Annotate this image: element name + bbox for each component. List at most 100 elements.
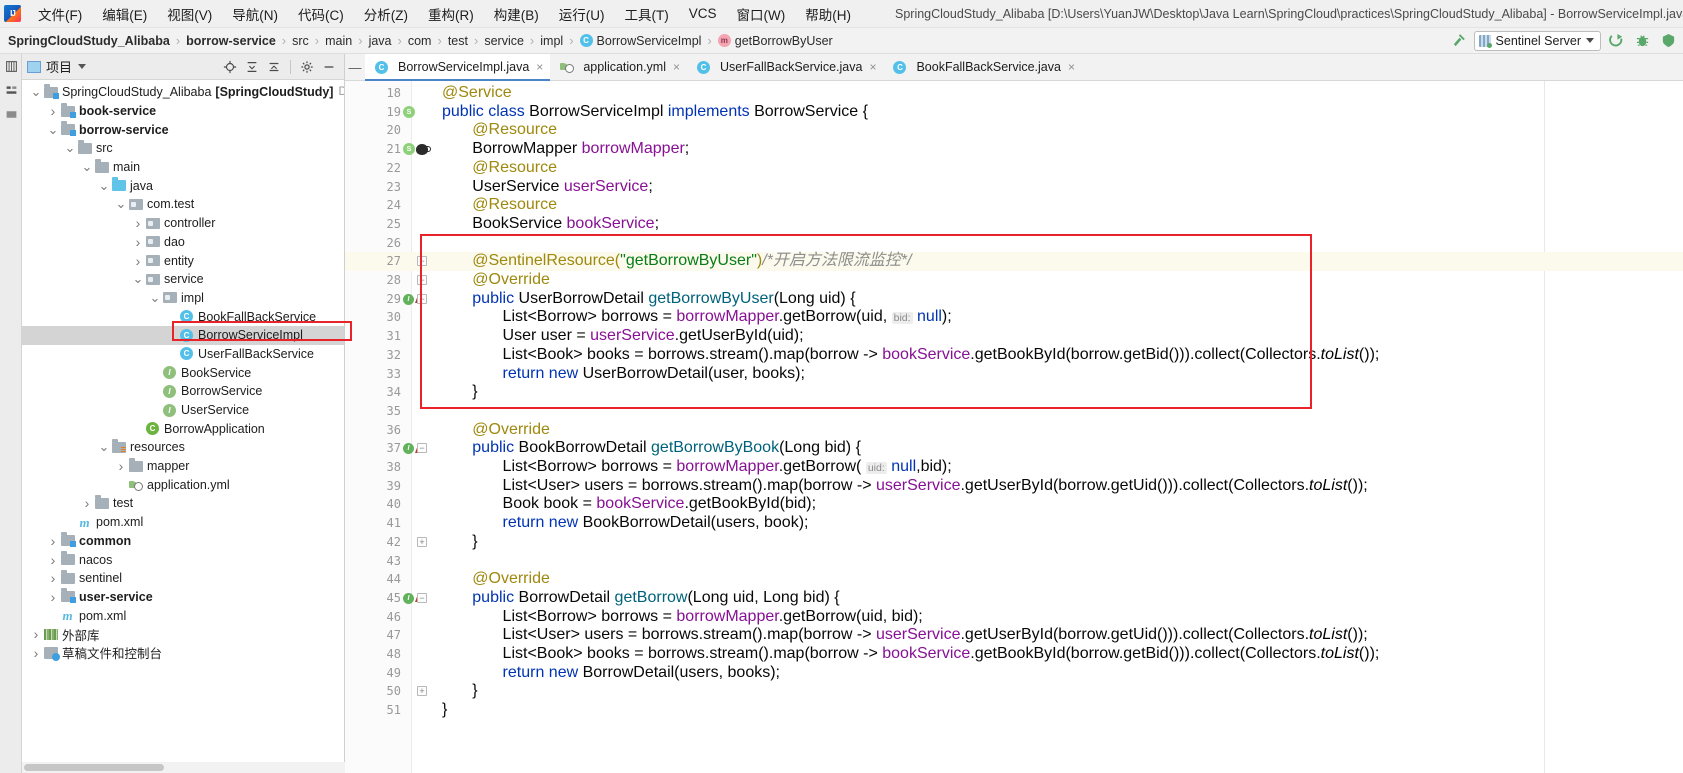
spring-bean-gutter-icon[interactable]: S <box>403 103 419 122</box>
tree-node-com-test[interactable]: ⌄ com.test <box>22 195 344 214</box>
menu-item-4[interactable]: 代码(C) <box>288 1 354 27</box>
coverage-icon[interactable] <box>1657 31 1679 51</box>
fold-collapse-icon[interactable]: − <box>417 256 427 267</box>
tree-node-application-yml[interactable]: application.yml <box>22 475 344 494</box>
tree-node-test[interactable]: › test <box>22 494 344 513</box>
fold-expand-icon[interactable]: + <box>417 536 427 547</box>
chevron-down-icon[interactable]: ⌄ <box>115 197 127 210</box>
fold-collapse-icon[interactable]: − <box>417 443 427 454</box>
collapse-all-icon[interactable] <box>264 57 284 77</box>
tree-node-borrowapplication[interactable]: C BorrowApplication <box>22 419 344 438</box>
tree-node-bookfallbackservice[interactable]: C BookFallBackService <box>22 307 344 326</box>
breadcrumb[interactable]: SpringCloudStudy_Alibaba › borrow-service ›… <box>5 33 1448 49</box>
project-tree-horizontal-scrollbar[interactable] <box>22 762 345 773</box>
tool-window-favorites-button[interactable] <box>0 102 22 126</box>
chevron-down-icon[interactable]: ⌄ <box>81 160 93 173</box>
breadcrumb-item-6[interactable]: test <box>445 33 471 49</box>
chevron-down-icon[interactable]: ⌄ <box>64 141 76 154</box>
editor-tab-userfallbackservice-java[interactable]: C UserFallBackService.java × <box>687 54 883 81</box>
tree-node-mapper[interactable]: › mapper <box>22 457 344 476</box>
chevron-right-icon[interactable]: › <box>132 215 144 231</box>
chevron-down-icon[interactable]: ⌄ <box>149 291 161 304</box>
tree-node-java[interactable]: ⌄ java <box>22 176 344 195</box>
build-hammer-icon[interactable] <box>1448 31 1470 51</box>
breadcrumb-item-7[interactable]: service <box>481 33 527 49</box>
tree-node-bookservice[interactable]: I BookService <box>22 363 344 382</box>
menu-item-7[interactable]: 构建(B) <box>484 1 549 27</box>
settings-gear-icon[interactable] <box>297 57 317 77</box>
tree-node-main[interactable]: ⌄ main <box>22 158 344 177</box>
tree-node-userservice[interactable]: I UserService <box>22 401 344 420</box>
menu-item-5[interactable]: 分析(Z) <box>354 1 418 27</box>
breadcrumb-item-10[interactable]: m getBorrowByUser <box>715 33 836 49</box>
breadcrumb-item-1[interactable]: borrow-service <box>183 33 279 49</box>
editor-tab-bookfallbackservice-java[interactable]: C BookFallBackService.java × <box>883 54 1082 81</box>
breadcrumb-item-8[interactable]: impl <box>537 33 566 49</box>
tree-node-userfallbackservice[interactable]: C UserFallBackService <box>22 345 344 364</box>
tree-node-pom-xml[interactable]: m pom.xml <box>22 513 344 532</box>
breadcrumb-item-4[interactable]: java <box>366 33 395 49</box>
chevron-right-icon[interactable]: › <box>30 645 42 661</box>
menu-item-9[interactable]: 工具(T) <box>615 1 679 27</box>
tree-node-pom-xml[interactable]: m pom.xml <box>22 606 344 625</box>
menu-item-10[interactable]: VCS <box>679 3 727 24</box>
editor-tab-application-yml[interactable]: application.yml × <box>550 54 687 81</box>
chevron-down-icon[interactable]: ⌄ <box>30 85 42 98</box>
collapse-tabs-icon[interactable]: — <box>345 54 365 81</box>
expand-all-icon[interactable] <box>242 57 262 77</box>
close-icon[interactable]: × <box>536 60 543 74</box>
tree-node-borrow-service[interactable]: ⌄ borrow-service <box>22 120 344 139</box>
menu-item-11[interactable]: 窗口(W) <box>727 1 796 27</box>
tool-window-project-button[interactable] <box>0 54 22 78</box>
breadcrumb-item-0[interactable]: SpringCloudStudy_Alibaba <box>5 33 173 49</box>
editor-tab-borrowserviceimpl-java[interactable]: C BorrowServiceImpl.java × <box>365 53 551 81</box>
tree-node-entity[interactable]: › entity <box>22 251 344 270</box>
tool-window-structure-button[interactable] <box>0 78 22 102</box>
menu-item-0[interactable]: 文件(F) <box>28 1 92 27</box>
chevron-right-icon[interactable]: › <box>132 234 144 250</box>
breadcrumb-item-9[interactable]: C BorrowServiceImpl <box>577 33 705 49</box>
chevron-down-icon[interactable]: ⌄ <box>132 272 144 285</box>
tree-node-borrowservice[interactable]: I BorrowService <box>22 382 344 401</box>
editor-tabs[interactable]: C BorrowServiceImpl.java × application.yml ×… <box>365 53 1082 81</box>
chevron-right-icon[interactable]: › <box>132 253 144 269</box>
code-editor[interactable]: 18 @Service 19 Spublic class BorrowServiceI… <box>345 81 1683 773</box>
tree-node-controller[interactable]: › controller <box>22 214 344 233</box>
fold-collapse-icon[interactable]: − <box>417 592 427 603</box>
tree-node--[interactable]: › 草稿文件和控制台 <box>22 644 344 663</box>
locate-icon[interactable] <box>220 57 240 77</box>
tree-node-borrowserviceimpl[interactable]: C BorrowServiceImpl <box>22 325 344 345</box>
menu-item-3[interactable]: 导航(N) <box>222 1 288 27</box>
tree-node-dao[interactable]: › dao <box>22 233 344 252</box>
chevron-right-icon[interactable]: › <box>81 495 93 511</box>
close-icon[interactable]: × <box>673 60 680 74</box>
fold-collapse-icon[interactable]: − <box>417 293 427 304</box>
chevron-right-icon[interactable]: › <box>30 626 42 642</box>
tree-node-src[interactable]: ⌄ src <box>22 139 344 158</box>
chevron-right-icon[interactable]: › <box>47 589 59 605</box>
menu-item-1[interactable]: 编辑(E) <box>92 1 157 27</box>
tree-node-resources[interactable]: ⌄ resources <box>22 438 344 457</box>
chevron-right-icon[interactable]: › <box>47 552 59 568</box>
menu-item-8[interactable]: 运行(U) <box>549 1 615 27</box>
project-tree[interactable]: ⌄ SpringCloudStudy_Alibaba [SpringCloudStu… <box>22 80 344 773</box>
tree-node-sentinel[interactable]: › sentinel <box>22 569 344 588</box>
chevron-down-icon[interactable]: ⌄ <box>98 440 110 453</box>
menu-item-12[interactable]: 帮助(H) <box>795 1 861 27</box>
chevron-down-icon[interactable]: ⌄ <box>47 123 59 136</box>
chevron-right-icon[interactable]: › <box>47 533 59 549</box>
fold-expand-icon[interactable]: + <box>417 686 427 697</box>
chevron-down-icon[interactable]: ⌄ <box>98 179 110 192</box>
tree-node-springcloudstudy-alibaba[interactable]: ⌄ SpringCloudStudy_Alibaba [SpringCloudStu… <box>22 83 344 102</box>
breadcrumb-item-5[interactable]: com <box>405 33 435 49</box>
scrollbar-thumb[interactable] <box>24 764 164 771</box>
tree-node-service[interactable]: ⌄ service <box>22 270 344 289</box>
debug-icon[interactable] <box>1631 31 1653 51</box>
spring-autowired-gutter-icon[interactable]: S <box>403 140 431 159</box>
hide-panel-icon[interactable] <box>319 57 339 77</box>
breadcrumb-item-2[interactable]: src <box>289 33 312 49</box>
chevron-down-icon[interactable] <box>78 64 87 69</box>
tree-node-impl[interactable]: ⌄ impl <box>22 289 344 308</box>
tree-node-common[interactable]: › common <box>22 532 344 551</box>
menu-bar[interactable]: 文件(F) 编辑(E) 视图(V) 导航(N) 代码(C) 分析(Z) 重构(R) 构建(B)… <box>28 1 861 27</box>
